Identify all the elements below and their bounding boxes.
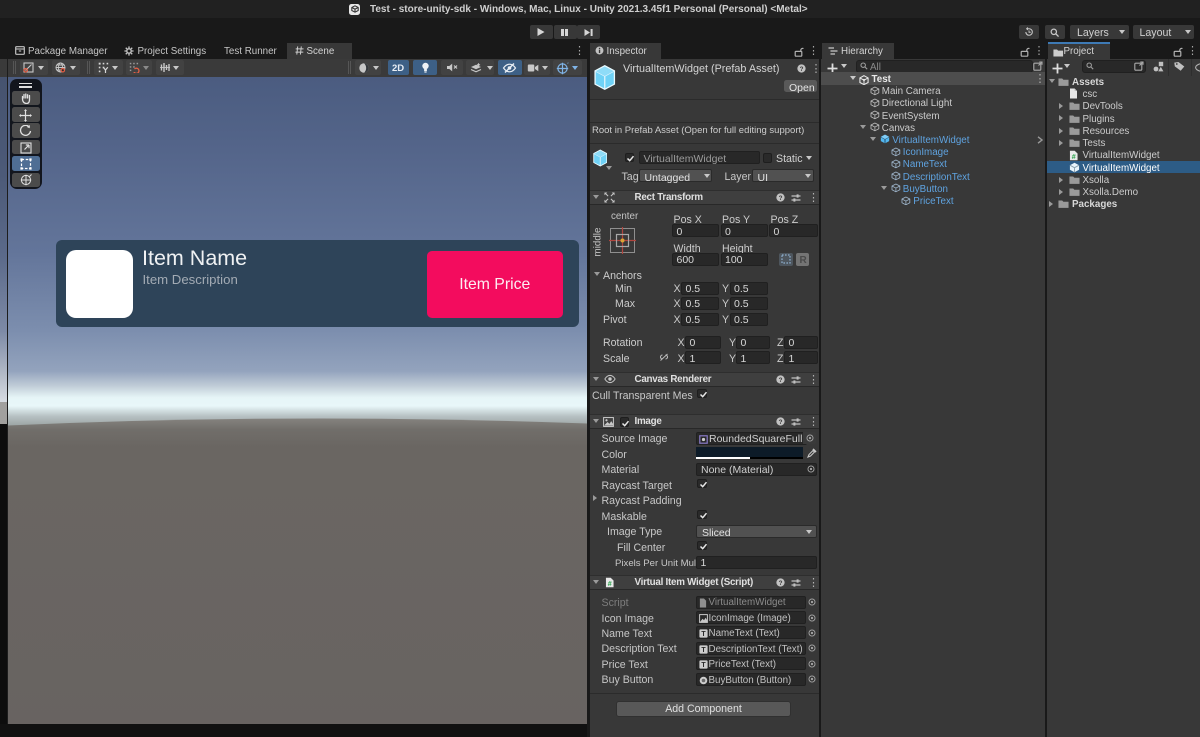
svg-text:T: T: [701, 647, 706, 654]
svg-text:?: ?: [778, 579, 782, 586]
svg-text:T: T: [701, 663, 706, 670]
svg-text:#: #: [1072, 153, 1076, 161]
svg-text:?: ?: [799, 66, 803, 73]
svg-text:?: ?: [778, 418, 782, 425]
svg-text:T: T: [701, 632, 706, 639]
svg-text:?: ?: [778, 376, 782, 383]
svg-text:#: #: [607, 580, 611, 588]
svg-text:?: ?: [778, 194, 782, 201]
